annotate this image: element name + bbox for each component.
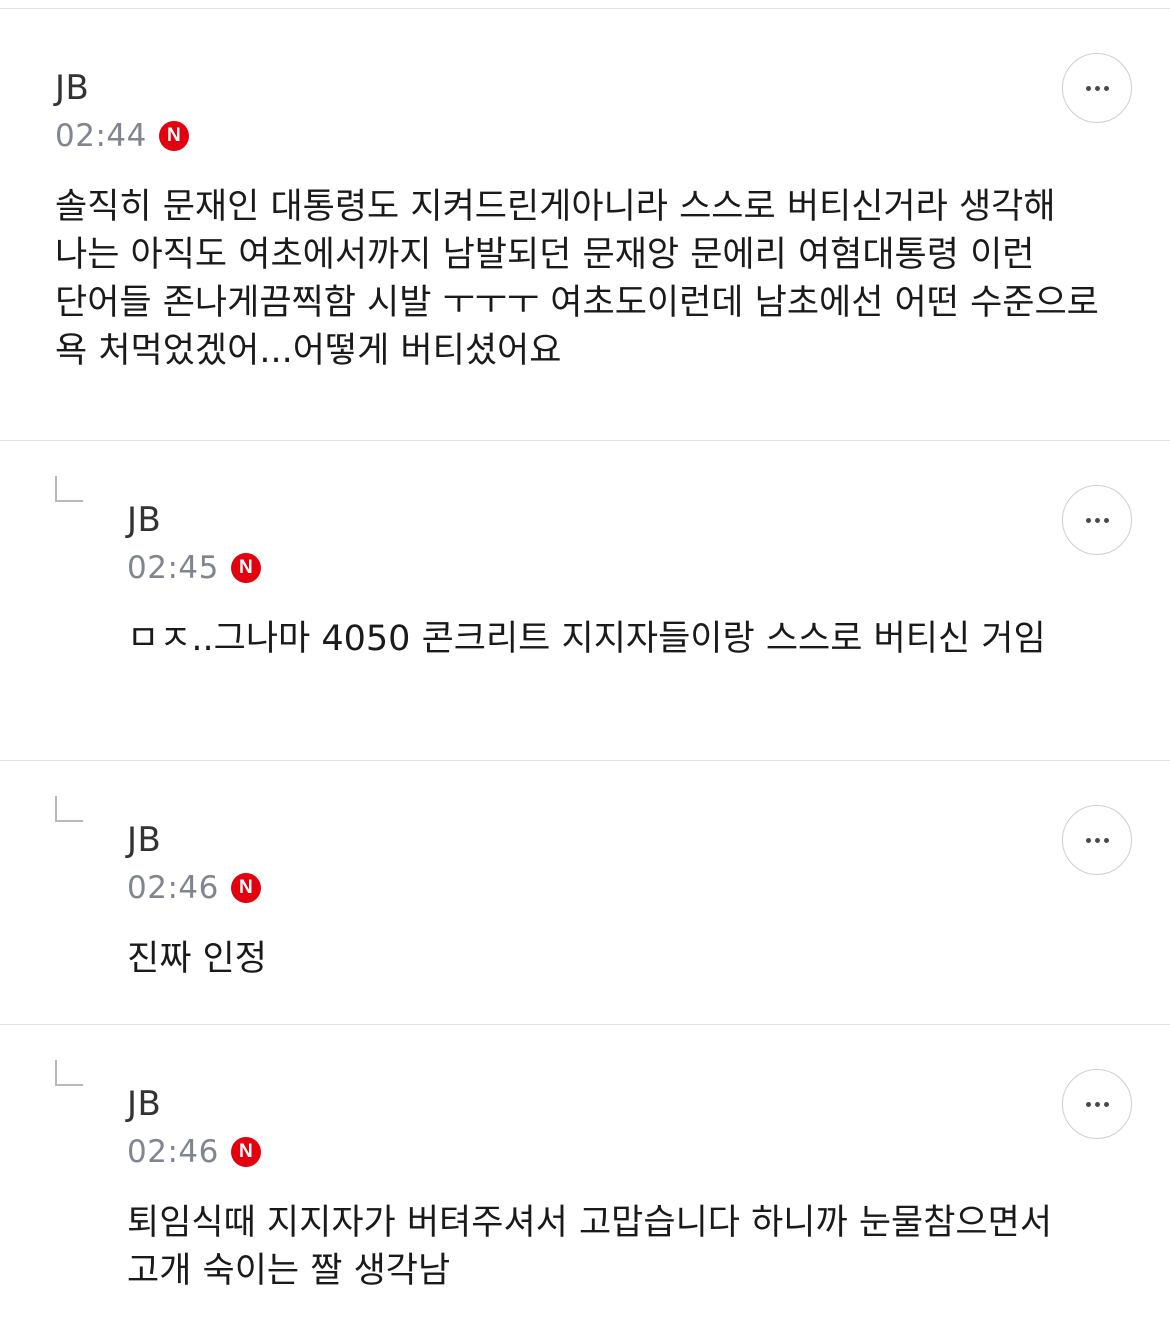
- comment-text: ㅁㅈ..그나마 4050 콘크리트 지지자들이랑 스스로 버티신 거임: [127, 619, 1046, 659]
- new-badge-icon: N: [158, 121, 189, 151]
- comment-time: 02:44: [55, 118, 147, 154]
- reply-item: JB 02:46 N 진짜 인정: [0, 761, 1170, 1025]
- comment-meta: 02:46 N: [127, 1132, 261, 1172]
- comment-text: 퇴임식때 지지자가 버텨주셔서 고맙습니다 하니까 눈물참으면서 고개 숙이는 …: [127, 1203, 1053, 1291]
- more-options-button[interactable]: [1062, 53, 1132, 123]
- reply-item: JB 02:46 N 퇴임식때 지지자가 버텨주셔서 고맙습니다 하니까 눈물참…: [0, 1025, 1170, 1336]
- comment-time: 02:46: [127, 1134, 219, 1170]
- comment-time: 02:46: [127, 870, 219, 906]
- reply-corner-icon: [55, 476, 83, 502]
- comment-author: JB: [127, 820, 162, 860]
- comment-meta: 02:45 N: [127, 548, 261, 588]
- more-horizontal-icon: [1085, 517, 1109, 523]
- comment-meta: 02:46 N: [127, 868, 261, 908]
- new-badge-icon: N: [230, 1137, 261, 1167]
- more-options-button[interactable]: [1062, 1069, 1132, 1139]
- comment-item: JB 02:44 N 솔직히 문재인 대통령도 지켜드린게아니라 스스로 버티신…: [0, 9, 1170, 441]
- comment-author: JB: [127, 500, 162, 540]
- comment-text: 진짜 인정: [127, 939, 267, 979]
- new-badge-icon: N: [230, 553, 261, 583]
- comment-time: 02:45: [127, 550, 219, 586]
- comment-text: 솔직히 문재인 대통령도 지켜드린게아니라 스스로 버티신거라 생각해 나는 아…: [55, 187, 1099, 371]
- more-horizontal-icon: [1085, 1101, 1109, 1107]
- more-horizontal-icon: [1085, 85, 1109, 91]
- new-badge-icon: N: [230, 873, 261, 903]
- reply-corner-icon: [55, 1060, 83, 1086]
- comment-author: JB: [55, 68, 90, 108]
- comment-meta: 02:44 N: [55, 116, 189, 156]
- comment-author: JB: [127, 1084, 162, 1124]
- more-options-button[interactable]: [1062, 485, 1132, 555]
- more-horizontal-icon: [1085, 837, 1109, 843]
- reply-corner-icon: [55, 796, 83, 822]
- more-options-button[interactable]: [1062, 805, 1132, 875]
- reply-item: JB 02:45 N ㅁㅈ..그나마 4050 콘크리트 지지자들이랑 스스로 …: [0, 441, 1170, 761]
